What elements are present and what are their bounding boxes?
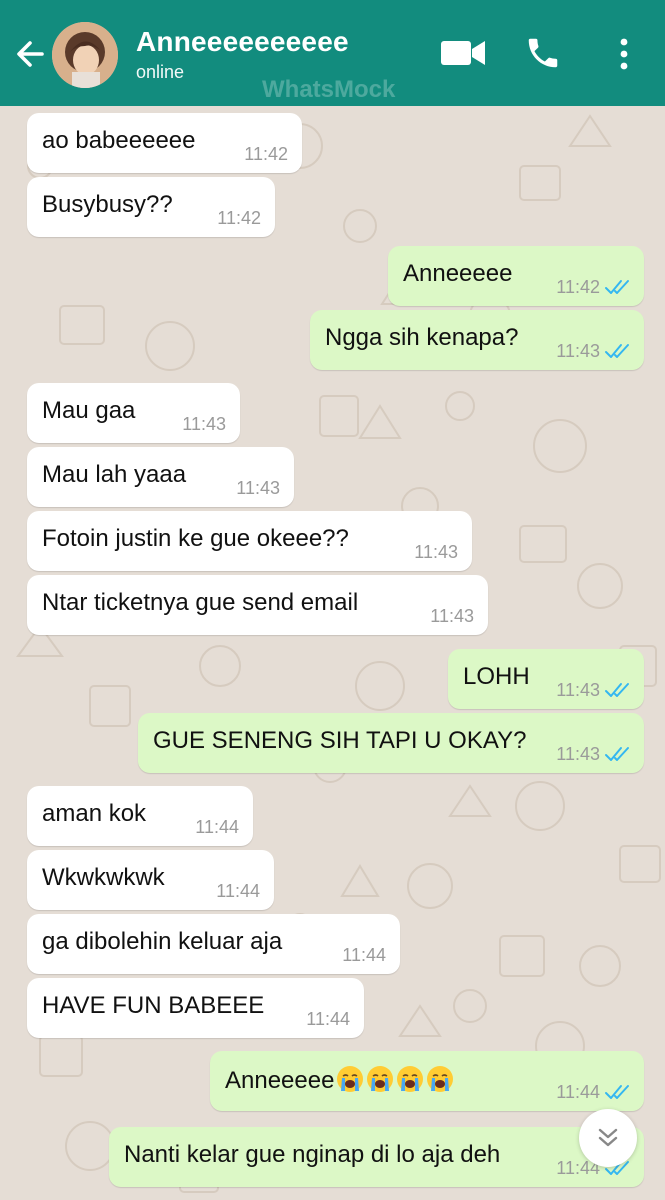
incoming-message[interactable]: Busybusy?? 11:42 [27,177,275,237]
back-arrow-icon[interactable] [10,34,50,74]
message-time: 11:42 [556,277,600,297]
message-time: 11:44 [306,1009,350,1029]
message-text: Ngga sih kenapa? [325,324,519,351]
incoming-message[interactable]: Mau lah yaaa 11:43 [27,447,294,507]
message-text: Nanti kelar gue nginap di lo aja deh [124,1141,501,1168]
read-ticks-icon [605,280,629,294]
message-text: Busybusy?? [42,191,173,218]
read-ticks-icon [605,1085,629,1099]
message-time: 11:42 [217,208,261,228]
contact-name[interactable]: Anneeeeeeeeee [136,26,349,58]
read-ticks-icon [605,344,629,358]
message-time: 11:43 [556,341,600,361]
chat-header: Anneeeeeeeeee online WhatsMock [0,0,665,106]
watermark: WhatsMock [262,76,396,103]
message-text: GUE SENENG SIH TAPI U OKAY? [153,727,527,754]
message-time: 11:44 [195,817,239,837]
message-time: 11:44 [556,1082,600,1102]
loudly-crying-face-icon [337,1066,364,1092]
phone-icon[interactable] [524,34,562,72]
incoming-message[interactable]: aman kok 11:44 [27,786,253,846]
outgoing-message[interactable]: Nanti kelar gue nginap di lo aja deh 11:4… [109,1127,644,1187]
outgoing-message[interactable]: Anneeeee 11:44 [210,1051,644,1111]
message-text: Wkwkwkwk [42,864,165,891]
message-time: 11:43 [430,606,474,626]
video-call-icon[interactable] [440,38,486,68]
message-time: 11:44 [216,881,260,901]
loudly-crying-face-icon [427,1066,454,1092]
message-time: 11:43 [414,542,458,562]
contact-status: online [136,62,185,82]
message-text: Mau gaa [42,397,136,424]
message-time: 11:43 [236,478,280,498]
message-text: ga dibolehin keluar aja [42,928,283,955]
loudly-crying-face-icon [397,1066,424,1092]
message-text: LOHH [463,663,530,690]
incoming-message[interactable]: HAVE FUN BABEEE 11:44 [27,978,364,1038]
message-text: Anneeeee [403,260,513,287]
outgoing-message[interactable]: Ngga sih kenapa? 11:43 [310,310,644,370]
outgoing-message[interactable]: Anneeeee 11:42 [388,246,644,306]
incoming-message[interactable]: ga dibolehin keluar aja 11:44 [27,914,400,974]
message-text: Mau lah yaaa [42,461,187,488]
incoming-message[interactable]: Mau gaa 11:43 [27,383,240,443]
more-vert-icon[interactable] [612,36,636,72]
message-time: 11:44 [342,945,386,965]
outgoing-message[interactable]: LOHH 11:43 [448,649,644,709]
message-time: 11:43 [182,414,226,434]
scroll-to-bottom-button[interactable] [579,1109,637,1167]
chat-area[interactable]: ao babeeeeee 11:42 Busybusy?? 11:42 Anneeeee… [0,106,665,1200]
double-chevron-down-icon [598,1128,618,1147]
incoming-message[interactable]: ao babeeeeee 11:42 [27,113,302,173]
message-time: 11:43 [556,680,600,700]
message-text: Fotoin justin ke gue okeee?? [42,525,349,552]
outgoing-message[interactable]: GUE SENENG SIH TAPI U OKAY? 11:43 [138,713,644,773]
message-text: ao babeeeeee [42,127,196,154]
incoming-message[interactable]: Wkwkwkwk 11:44 [27,850,274,910]
message-text: aman kok [42,800,147,827]
message-time: 11:43 [556,744,600,764]
avatar[interactable] [52,22,118,88]
incoming-message[interactable]: Fotoin justin ke gue okeee?? 11:43 [27,511,472,571]
message-text: Ntar ticketnya gue send email [42,589,359,616]
read-ticks-icon [605,747,629,761]
incoming-message[interactable]: Ntar ticketnya gue send email 11:43 [27,575,488,635]
message-time: 11:42 [244,144,288,164]
message-text: HAVE FUN BABEEE [42,992,265,1019]
read-ticks-icon [605,683,629,697]
message-text: Anneeeee [225,1065,454,1095]
loudly-crying-face-icon [367,1066,394,1092]
